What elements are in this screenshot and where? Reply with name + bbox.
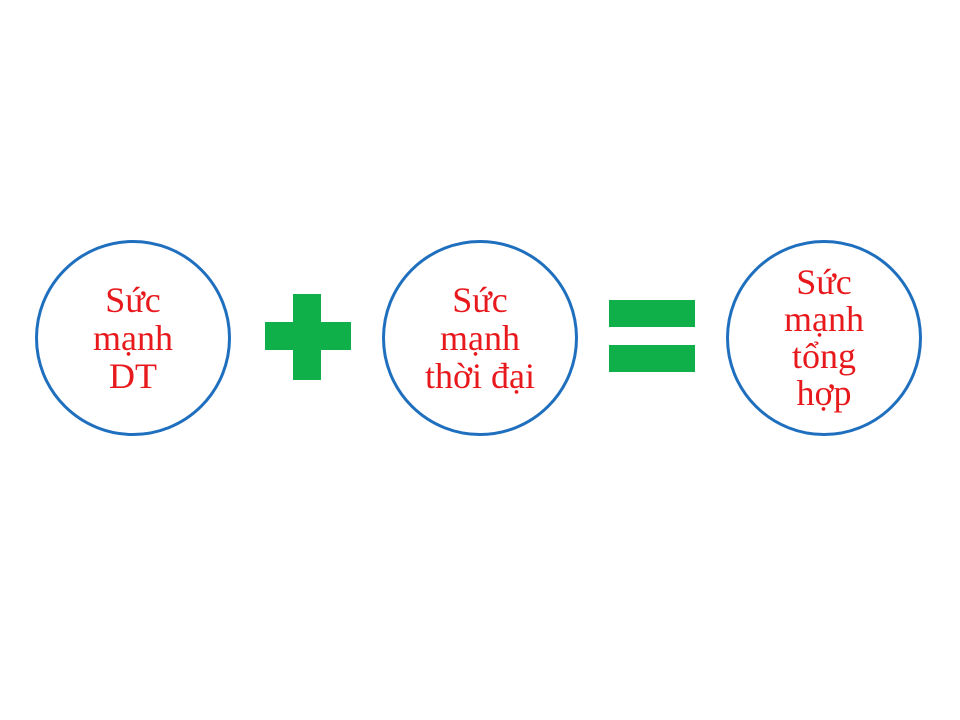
node-label: Sức mạnh tổng hợp: [784, 262, 864, 413]
node-suc-manh-tong-hop: Sức mạnh tổng hợp: [726, 240, 922, 436]
node-suc-manh-dt: Sức mạnh DT: [35, 240, 231, 436]
node-label: Sức mạnh DT: [93, 280, 173, 396]
plus-icon: [265, 294, 351, 380]
equals-icon: [609, 300, 695, 372]
node-label: Sức mạnh thời đại: [424, 280, 536, 396]
node-suc-manh-thoi-dai: Sức mạnh thời đại: [382, 240, 578, 436]
